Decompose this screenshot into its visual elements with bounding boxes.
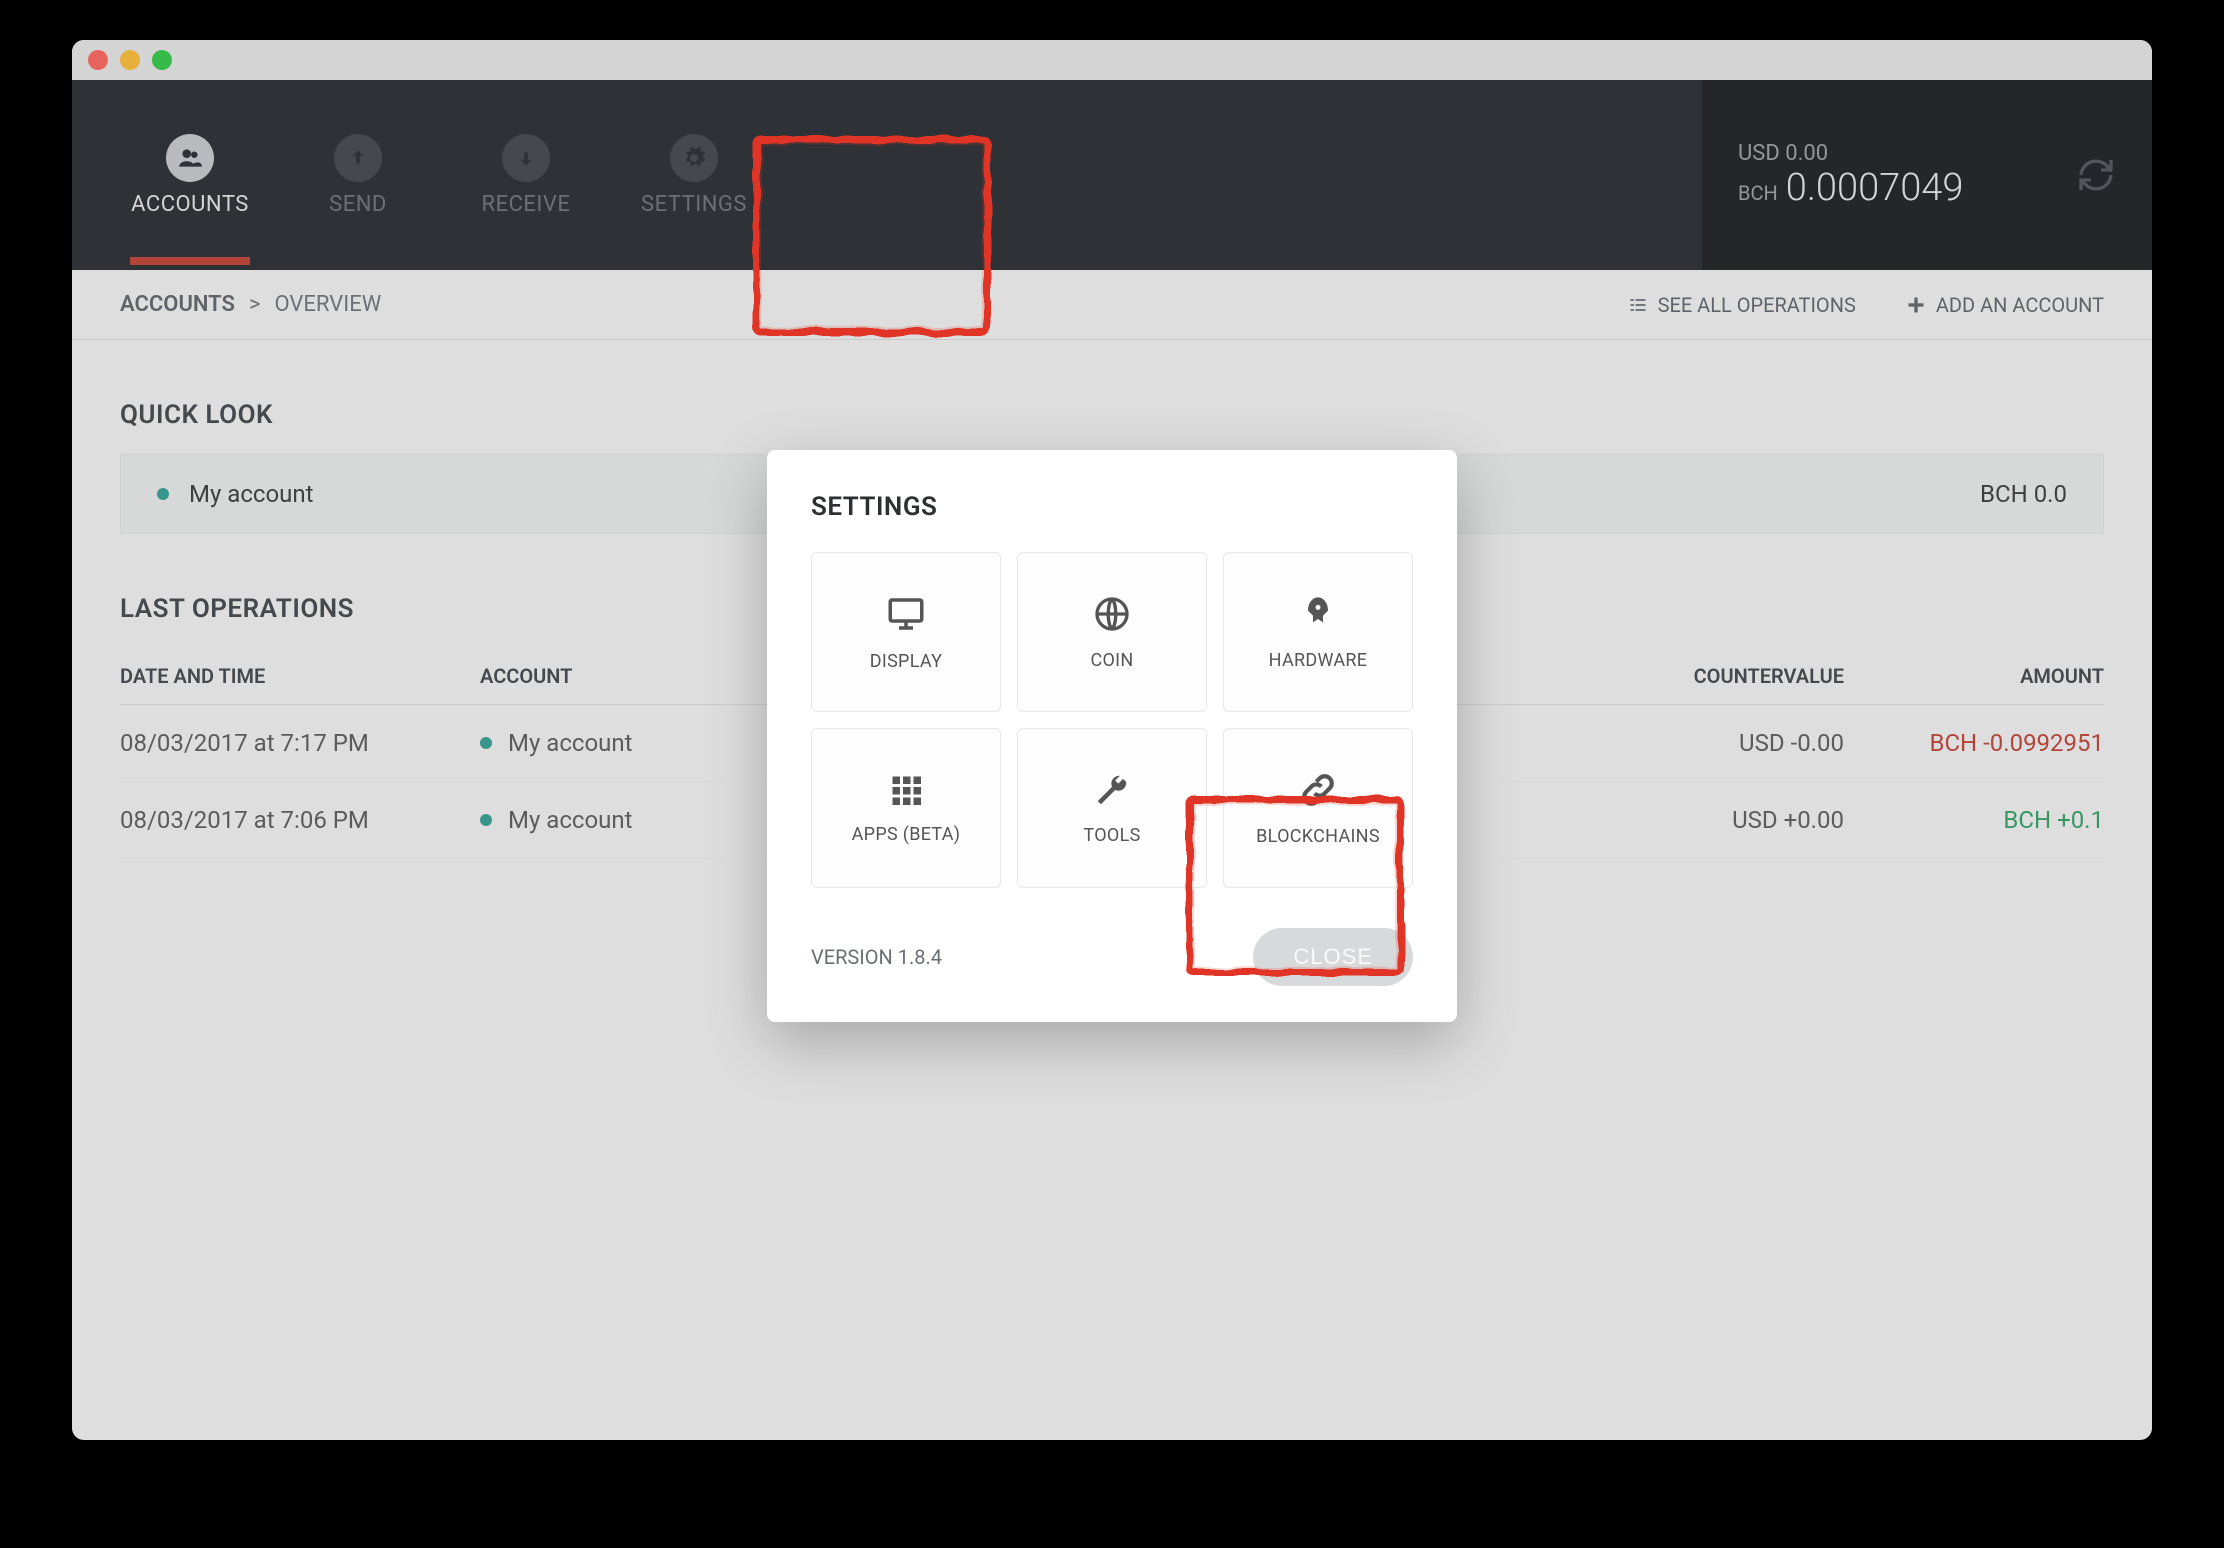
tile-hardware[interactable]: HARDWARE (1223, 552, 1413, 712)
monitor-icon (885, 593, 927, 635)
settings-tiles: DISPLAY COIN HARDWARE APPS (BETA) TOOLS … (811, 552, 1413, 888)
tile-tools-label: TOOLS (1083, 825, 1140, 846)
link-icon (1298, 770, 1338, 810)
rocket-icon (1298, 594, 1338, 634)
tile-apps-label: APPS (BETA) (852, 824, 961, 845)
modal-title: SETTINGS (811, 492, 1413, 522)
tile-blockchains-label: BLOCKCHAINS (1256, 826, 1380, 847)
tile-coin[interactable]: COIN (1017, 552, 1207, 712)
close-button[interactable]: CLOSE (1253, 928, 1413, 986)
tile-display[interactable]: DISPLAY (811, 552, 1001, 712)
settings-modal: SETTINGS DISPLAY COIN HARDWARE APPS (BET… (767, 450, 1457, 1022)
tile-display-label: DISPLAY (870, 651, 942, 672)
globe-icon (1092, 594, 1132, 634)
wrench-icon (1093, 771, 1131, 809)
tile-blockchains[interactable]: BLOCKCHAINS (1223, 728, 1413, 888)
grid-icon (888, 772, 924, 808)
tile-hardware-label: HARDWARE (1269, 650, 1368, 671)
tile-apps[interactable]: APPS (BETA) (811, 728, 1001, 888)
version-label: VERSION 1.8.4 (811, 945, 942, 969)
tile-tools[interactable]: TOOLS (1017, 728, 1207, 888)
tile-coin-label: COIN (1090, 650, 1133, 671)
app-window: ACCOUNTS SEND RECEIVE SETTINGS (72, 40, 2152, 1440)
